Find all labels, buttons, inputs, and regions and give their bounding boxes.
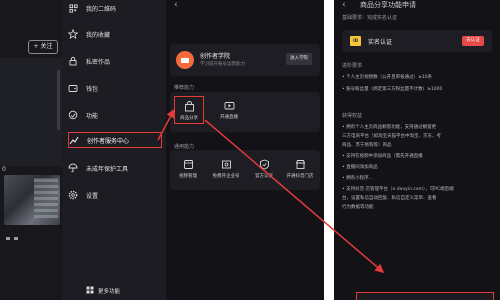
tool-label: 开通抖音门店 bbox=[286, 174, 314, 179]
apply-button-area[interactable] bbox=[356, 292, 494, 300]
time-label: 0 bbox=[2, 166, 6, 173]
basic-requirement: 基础要求：完成实名认证 bbox=[342, 15, 398, 21]
shield-icon bbox=[258, 158, 270, 170]
page-title: 商品分享功能申请 bbox=[360, 1, 416, 9]
menu-item-settings[interactable]: 设置 bbox=[68, 187, 162, 203]
benefit-line: 行为数据等功能 bbox=[342, 205, 374, 210]
tool-video-management[interactable]: 视频管理 bbox=[173, 158, 203, 179]
benefit-line: • 支持在视频中添加商品（需先开通直播 bbox=[342, 154, 423, 159]
menu-item-label: 创作者服务中心 bbox=[87, 137, 130, 145]
tool-label: 商品分享 bbox=[180, 116, 198, 121]
menu-item-label: 钱包 bbox=[86, 85, 99, 93]
tool-free-enterprise[interactable]: 免费开企业号 bbox=[211, 158, 241, 179]
tool-label: 开通直播 bbox=[220, 115, 238, 120]
follow-button[interactable]: + 关注 bbox=[28, 40, 58, 54]
store-icon bbox=[294, 158, 306, 170]
tool-open-store[interactable]: 开通抖音门店 bbox=[285, 158, 315, 179]
back-button[interactable]: ‹ bbox=[342, 0, 346, 10]
tool-open-live[interactable]: 开通直播 bbox=[214, 99, 244, 120]
go-verify-button[interactable]: 去认证 bbox=[462, 36, 484, 46]
general-tools-card: 视频管理 免费开企业号 官方认证 开通抖音门店 bbox=[170, 150, 320, 190]
tool-product-share[interactable]: 商品分享 bbox=[174, 96, 204, 124]
menu-item-label: 私密作品 bbox=[86, 58, 111, 66]
tool-label: 视频管理 bbox=[179, 174, 197, 179]
progress-requirements-title: 进阶要求 bbox=[342, 63, 363, 69]
grid-icon bbox=[86, 286, 94, 296]
menu-item-label: 我的二维码 bbox=[86, 5, 117, 13]
menu-item-wallet[interactable]: 钱包 bbox=[68, 80, 162, 96]
verify-label: 实名认证 bbox=[368, 39, 393, 46]
video-feed-strip: + 关注 0 bbox=[0, 0, 62, 300]
real-name-verify-card: ID 实名认证 去认证 bbox=[342, 30, 492, 52]
live-icon bbox=[223, 99, 235, 111]
grid-icon bbox=[68, 110, 78, 120]
menu-item-label: 设置 bbox=[86, 192, 99, 200]
side-menu: 我的二维码 我的收藏 私密作品 钱包 功能 创作者服务中心 未成年保护工具 设置… bbox=[62, 0, 166, 300]
recommended-title: 推荐能力 bbox=[174, 85, 195, 91]
back-button[interactable]: ‹ bbox=[174, 0, 178, 10]
benefit-line: 台，设置私信自动回复、私信自定义菜单、查看 bbox=[342, 196, 437, 201]
benefit-line: • 拥有个人主页商品橱窗功能，支持通过橱窗更 bbox=[342, 125, 437, 130]
menu-item-creator-service-center[interactable]: 创作者服务中心 bbox=[68, 132, 162, 148]
qr-code-icon bbox=[68, 3, 78, 13]
benefit-line: • 支持抖音·店管理平台（e.douyin.com），可PC端后端 bbox=[342, 187, 454, 192]
menu-item-label: 我的收藏 bbox=[86, 31, 111, 39]
lock-icon bbox=[68, 56, 78, 66]
benefit-line: • 直播间添加商品 bbox=[342, 165, 378, 170]
academy-name: 创作者学院 bbox=[200, 53, 231, 60]
enterprise-icon bbox=[220, 158, 232, 170]
product-share-screen: ‹ 商品分享功能申请 基础要求：完成实名认证 ID 实名认证 去认证 进阶要求 … bbox=[334, 0, 500, 300]
benefit-line: • 拥有小程序... bbox=[342, 176, 373, 181]
benefit-line: 商品、苏宁易购等）商品 bbox=[342, 143, 392, 148]
menu-item-favorites[interactable]: 我的收藏 bbox=[68, 26, 162, 42]
video-icon bbox=[182, 158, 194, 170]
chart-icon bbox=[69, 135, 79, 145]
requirement-line: • 个人主页视频数（公开且审核通过）≥10条 bbox=[342, 75, 433, 80]
panel-divider bbox=[324, 0, 334, 300]
requirement-line: • 账号粉丝量（绑定第三方粉丝量不计数）≥1000 bbox=[342, 87, 443, 92]
academy-subtitle: 学习提升账号运营能力 bbox=[200, 62, 245, 67]
creator-service-screen: ‹ 创作者学院 学习提升账号运营能力 进入学院 推荐能力 商品分享 开通直播 通… bbox=[166, 0, 324, 300]
general-title: 通用能力 bbox=[174, 144, 195, 150]
benefits-title: 获得权益 bbox=[342, 113, 363, 119]
enter-academy-button[interactable]: 进入学院 bbox=[286, 53, 312, 65]
benefit-line: 三方电商平台（如淘宝天猫平台中淘宝、京东、考 bbox=[342, 134, 441, 139]
umbrella-icon bbox=[68, 163, 78, 173]
more-functions-label: 更多功能 bbox=[98, 289, 121, 295]
menu-item-functions[interactable]: 功能 bbox=[68, 107, 162, 123]
shop-bag-icon bbox=[183, 100, 195, 112]
star-icon bbox=[68, 29, 78, 39]
feed-dark-area bbox=[0, 58, 62, 166]
academy-avatar-icon bbox=[176, 51, 194, 69]
wallet-icon bbox=[68, 83, 78, 93]
tool-official-verify[interactable]: 官方认证 bbox=[249, 158, 279, 179]
recommended-tools-card: 商品分享 开通直播 bbox=[170, 92, 320, 132]
menu-item-minor-protection[interactable]: 未成年保护工具 bbox=[68, 160, 162, 176]
gear-icon bbox=[68, 190, 78, 200]
creator-academy-card[interactable]: 创作者学院 学习提升账号运营能力 进入学院 bbox=[170, 44, 320, 76]
menu-item-label: 未成年保护工具 bbox=[86, 165, 129, 173]
more-functions-button[interactable]: 更多功能 bbox=[86, 286, 120, 296]
dots-indicator bbox=[6, 237, 18, 240]
id-card-icon: ID bbox=[350, 36, 361, 46]
tool-label: 官方认证 bbox=[255, 174, 273, 179]
menu-item-qr-code[interactable]: 我的二维码 bbox=[68, 0, 162, 16]
tool-label: 免费开企业号 bbox=[212, 174, 240, 179]
menu-item-private-works[interactable]: 私密作品 bbox=[68, 53, 162, 69]
menu-item-label: 功能 bbox=[86, 112, 99, 120]
keyboard-image bbox=[34, 178, 58, 218]
feed-scroll-indicator bbox=[57, 70, 60, 130]
